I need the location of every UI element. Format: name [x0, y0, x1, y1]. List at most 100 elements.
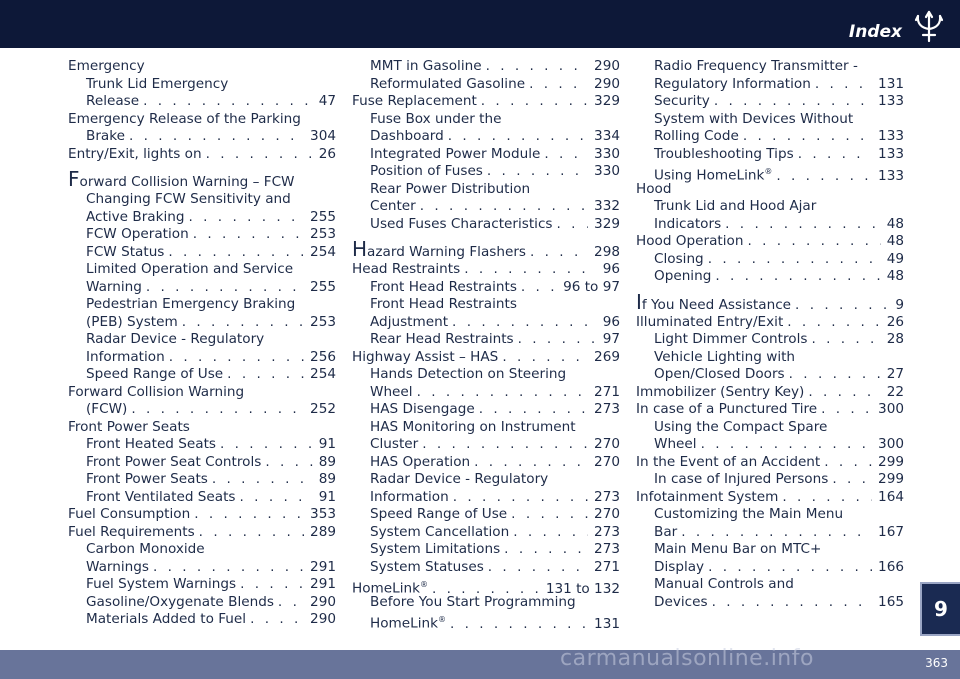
page-reference[interactable]: 133	[878, 168, 904, 186]
entry-text: Information	[86, 348, 165, 365]
page-reference[interactable]: 48	[887, 233, 904, 251]
index-subentry: Gasoline/Oxygenate Blends. . . . . . . .…	[68, 594, 336, 612]
page-reference[interactable]: 96	[603, 261, 620, 279]
page-reference[interactable]: 48	[887, 268, 904, 286]
page-reference[interactable]: 131	[594, 616, 620, 634]
page-reference[interactable]: 27	[887, 366, 904, 384]
page-reference[interactable]: 253	[310, 314, 336, 332]
page-reference[interactable]: 131	[878, 76, 904, 94]
index-subentry: Radar Device - Regulatory	[68, 331, 336, 349]
page-reference[interactable]: 165	[878, 594, 904, 612]
page-reference[interactable]: 96	[603, 314, 620, 332]
page-reference[interactable]: 166	[878, 559, 904, 577]
page-reference[interactable]: 26	[319, 146, 336, 164]
entry-text: Fuel System Warnings	[86, 576, 237, 592]
page-reference[interactable]: 290	[594, 76, 620, 94]
page-reference[interactable]: 290	[310, 594, 336, 612]
page-reference[interactable]: 290	[594, 58, 620, 76]
entry-term: Closing	[654, 251, 704, 269]
page-reference[interactable]: 273	[594, 489, 620, 507]
page-reference[interactable]: 89	[319, 471, 336, 489]
page-reference[interactable]: 255	[310, 279, 336, 297]
entry-term: Reformulated Gasoline	[370, 76, 525, 94]
index-subentry: Bar. . . . . . . . . . . . . . . . . . .…	[636, 524, 904, 542]
index-subentry: Release. . . . . . . . . . . . . . . . .…	[68, 93, 336, 111]
page-reference[interactable]: 289	[310, 524, 336, 542]
watermark: carmanualsonline.info	[560, 646, 814, 671]
entry-text: Front Heated Seats	[86, 436, 216, 452]
page-reference[interactable]: 329	[594, 93, 620, 111]
entry-term: Immobilizer (Sentry Key)	[636, 384, 804, 402]
page-reference[interactable]: 299	[878, 471, 904, 489]
page-reference[interactable]: 290	[310, 611, 336, 629]
page-reference[interactable]: 256	[310, 349, 336, 367]
page-reference[interactable]: 97	[603, 331, 620, 349]
page-reference[interactable]: 26	[887, 314, 904, 332]
page-reference[interactable]: 164	[878, 489, 904, 507]
page-reference[interactable]: 270	[594, 454, 620, 472]
page-reference[interactable]: 91	[319, 436, 336, 454]
page-reference[interactable]: 22	[887, 384, 904, 402]
page-reference[interactable]: 291	[310, 559, 336, 577]
entry-term: Front Heated Seats	[86, 436, 216, 454]
page-reference[interactable]: 353	[310, 506, 336, 524]
dot-leader: . . . . . . . . . . . . . . . . . . . . …	[422, 436, 588, 452]
page-reference[interactable]: 300	[878, 436, 904, 454]
page-reference[interactable]: 299	[878, 454, 904, 472]
index-subentry: Main Menu Bar on MTC+	[636, 541, 904, 559]
page-reference[interactable]: 133	[878, 128, 904, 146]
page-reference[interactable]: 270	[594, 436, 620, 454]
chapter-tab[interactable]: 9	[920, 582, 960, 636]
page-reference[interactable]: 254	[310, 244, 336, 262]
page-reference[interactable]: 270	[594, 506, 620, 524]
page-reference[interactable]: 273	[594, 401, 620, 419]
index-subentry: Changing FCW Sensitivity and	[68, 191, 336, 209]
page-reference[interactable]: 332	[594, 198, 620, 216]
page-reference[interactable]: 28	[887, 331, 904, 349]
page-reference[interactable]: 89	[319, 454, 336, 472]
entry-term: Highway Assist – HAS	[352, 349, 498, 367]
index-entry: HomeLink®. . . . . . . . . . . . . . . .…	[352, 576, 620, 597]
page-reference[interactable]: 49	[887, 251, 904, 269]
page-reference[interactable]: 291	[310, 576, 336, 594]
page-reference[interactable]: 329	[594, 216, 620, 234]
page-reference[interactable]: 271	[594, 559, 620, 577]
page-reference[interactable]: 304	[310, 128, 336, 146]
dot-leader: . . . . . . . . . . . . . . . . . . . . …	[419, 198, 589, 214]
page-reference[interactable]: 330	[594, 146, 620, 164]
entry-term: Release	[86, 93, 139, 111]
index-subentry: Integrated Power Module. . . . . . . . .…	[352, 146, 620, 164]
index-subentry: System with Devices Without	[636, 111, 904, 129]
page-reference[interactable]: 47	[319, 93, 336, 111]
index-subentry: Rolling Code. . . . . . . . . . . . . . …	[636, 128, 904, 146]
entry-text: Immobilizer (Sentry Key)	[636, 383, 805, 400]
page-reference[interactable]: 91	[319, 489, 336, 507]
page-reference[interactable]: 48	[887, 216, 904, 234]
page-reference[interactable]: 273	[594, 524, 620, 542]
dot-leader: . . . . . . . . . . . . . . . . . . . . …	[250, 611, 304, 627]
entry-term: Forward Collision Warning – FCW	[68, 167, 295, 194]
page-reference[interactable]: 334	[594, 128, 620, 146]
dot-leader: . . . . . . . . . . . . . . . . . . . . …	[129, 128, 304, 144]
page-reference[interactable]: 330	[594, 163, 620, 181]
dot-leader: . . . . . . . . . . . . . . . . . . . . …	[205, 145, 313, 162]
index-subentry: Warning. . . . . . . . . . . . . . . . .…	[68, 279, 336, 297]
index-subentry: Vehicle Lighting with	[636, 349, 904, 367]
page-reference[interactable]: 133	[878, 146, 904, 164]
page-reference[interactable]: 96 to 97	[563, 279, 620, 297]
page-reference[interactable]: 252	[310, 401, 336, 419]
page-reference[interactable]: 167	[878, 524, 904, 542]
page-reference[interactable]: 254	[310, 366, 336, 384]
page-reference[interactable]: 300	[878, 401, 904, 419]
entry-text: Materials Added to Fuel	[86, 611, 247, 627]
page-reference[interactable]: 269	[594, 349, 620, 367]
page-reference[interactable]: 133	[878, 93, 904, 111]
page-reference[interactable]: 253	[310, 226, 336, 244]
entry-text: Warnings	[86, 558, 149, 575]
page-reference[interactable]: 273	[594, 541, 620, 559]
entry-term: Devices	[654, 594, 708, 612]
page-reference[interactable]: 271	[594, 384, 620, 402]
entry-text: Devices	[654, 593, 708, 610]
page-reference[interactable]: 255	[310, 209, 336, 227]
entry-term: Integrated Power Module	[370, 146, 540, 164]
